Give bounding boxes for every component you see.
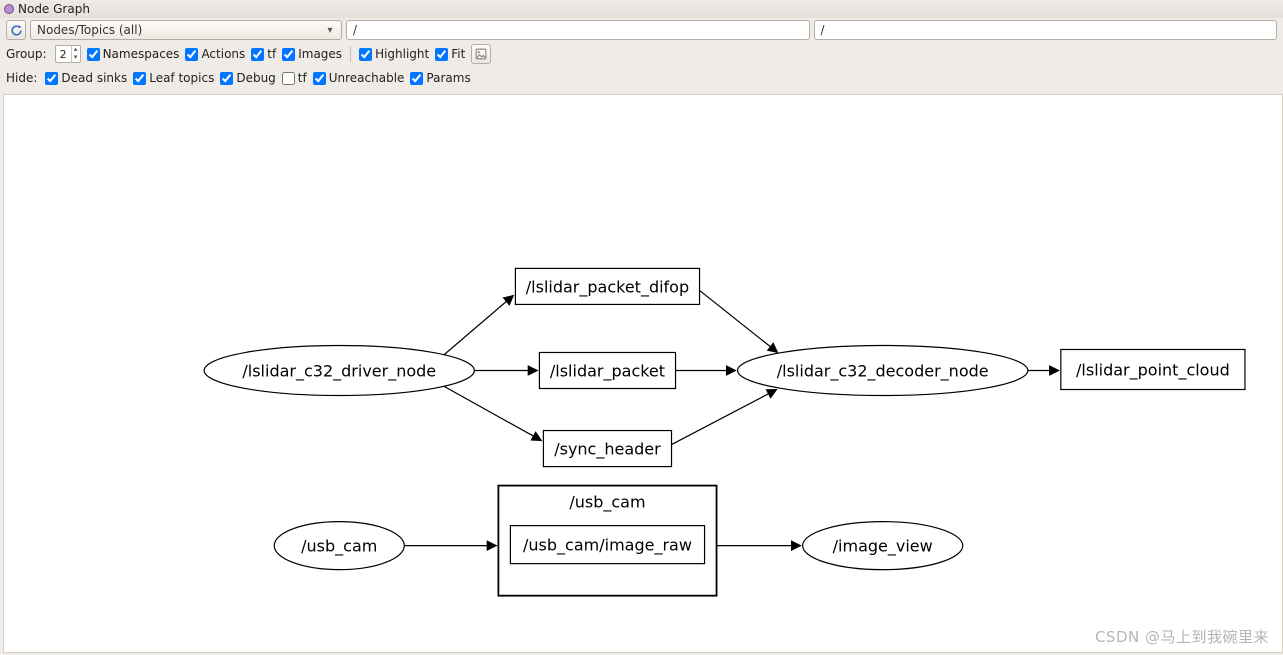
filter-mode-dropdown[interactable]: Nodes/Topics (all) ▾: [30, 20, 342, 40]
window-titlebar: Node Graph: [0, 0, 1283, 18]
unreachable-checkbox[interactable]: Unreachable: [313, 71, 405, 85]
node-decoder[interactable]: /lslidar_c32_decoder_node: [738, 345, 1028, 395]
topic-sync[interactable]: /sync_header: [543, 431, 671, 467]
node-usb-cam-label: /usb_cam: [301, 537, 377, 557]
actions-checkbox[interactable]: Actions: [185, 47, 245, 61]
divider: [350, 46, 351, 62]
graph-canvas[interactable]: /lslidar_c32_driver_node /lslidar_packet…: [3, 94, 1283, 653]
refresh-button[interactable]: [6, 20, 26, 40]
spinner-arrows-icon: ▴▾: [71, 46, 80, 62]
hide-options-row: Hide: Dead sinks Leaf topics Debug tf Un…: [0, 66, 1283, 90]
topic-packet-label: /lslidar_packet: [550, 362, 665, 382]
node-decoder-label: /lslidar_c32_decoder_node: [777, 362, 989, 382]
tf-hide-checkbox[interactable]: tf: [282, 71, 307, 85]
node-image-view[interactable]: /image_view: [803, 522, 963, 570]
node-image-view-label: /image_view: [833, 537, 933, 557]
chevron-down-icon: ▾: [323, 25, 337, 36]
graph-edges: [404, 290, 1059, 545]
namespace-filter-input-2[interactable]: /: [814, 20, 1278, 40]
save-image-button[interactable]: [471, 44, 491, 64]
leaf-topics-checkbox[interactable]: Leaf topics: [133, 71, 214, 85]
window-title: Node Graph: [18, 2, 90, 16]
topic-packet[interactable]: /lslidar_packet: [539, 352, 675, 388]
namespace-filter-input-1[interactable]: /: [346, 20, 810, 40]
topic-image-raw-label: /usb_cam/image_raw: [523, 536, 692, 556]
images-checkbox[interactable]: Images: [282, 47, 342, 61]
group-depth-spinner[interactable]: 2 ▴▾: [55, 45, 81, 63]
debug-checkbox[interactable]: Debug: [220, 71, 275, 85]
dead-sinks-checkbox[interactable]: Dead sinks: [45, 71, 127, 85]
node-driver[interactable]: /lslidar_c32_driver_node: [204, 345, 474, 395]
namespace-usb-cam[interactable]: /usb_cam /usb_cam/image_raw: [498, 486, 716, 596]
topic-difop[interactable]: /lslidar_packet_difop: [515, 268, 699, 304]
highlight-checkbox[interactable]: Highlight: [359, 47, 429, 61]
topic-point-cloud-label: /lslidar_point_cloud: [1076, 361, 1230, 381]
app-icon: [2, 2, 16, 16]
params-checkbox[interactable]: Params: [410, 71, 470, 85]
namespace-usb-cam-label: /usb_cam: [569, 493, 645, 513]
group-label: Group:: [6, 47, 47, 61]
filter-mode-value: Nodes/Topics (all): [37, 23, 142, 37]
namespaces-checkbox[interactable]: Namespaces: [87, 47, 180, 61]
toolbar: Nodes/Topics (all) ▾ / /: [0, 18, 1283, 42]
node-usb-cam[interactable]: /usb_cam: [274, 522, 404, 570]
tf-group-checkbox[interactable]: tf: [251, 47, 276, 61]
fit-checkbox[interactable]: Fit: [435, 47, 465, 61]
topic-sync-label: /sync_header: [554, 440, 661, 460]
hide-label: Hide:: [6, 71, 37, 85]
topic-point-cloud[interactable]: /lslidar_point_cloud: [1061, 349, 1245, 389]
node-driver-label: /lslidar_c32_driver_node: [242, 362, 436, 382]
topic-difop-label: /lslidar_packet_difop: [526, 277, 689, 297]
group-options-row: Group: 2 ▴▾ Namespaces Actions tf Images…: [0, 42, 1283, 66]
